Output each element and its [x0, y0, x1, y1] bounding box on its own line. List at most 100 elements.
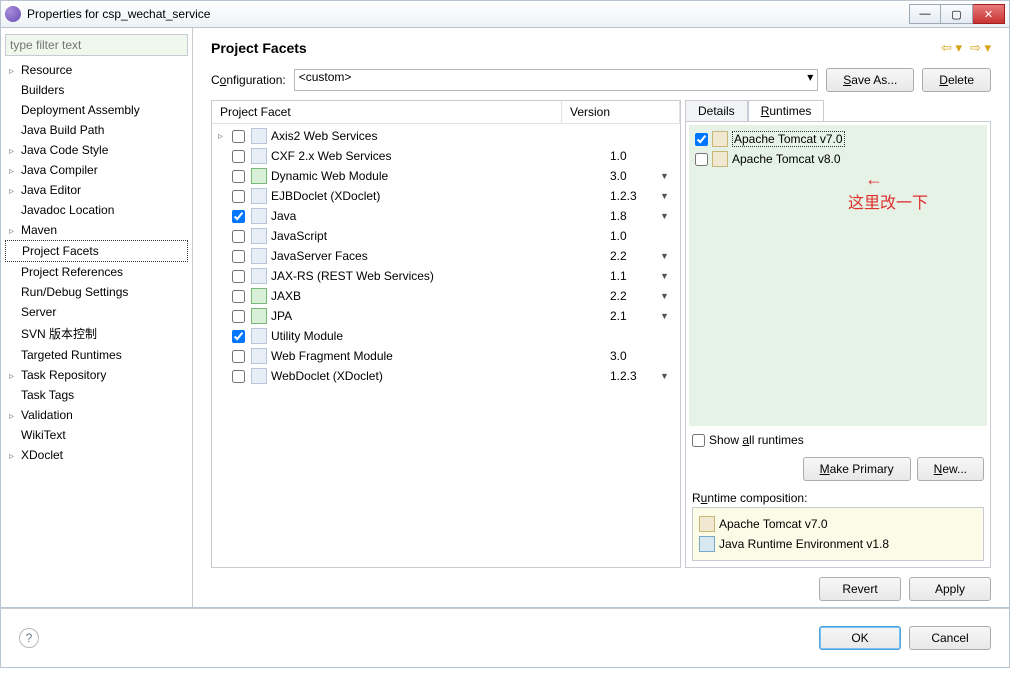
facet-row[interactable]: CXF 2.x Web Services1.0 — [212, 146, 680, 166]
sidebar: ResourceBuildersDeployment AssemblyJava … — [1, 28, 193, 607]
facet-row[interactable]: Utility Module — [212, 326, 680, 346]
sidebar-item-deployment-assembly[interactable]: Deployment Assembly — [5, 100, 188, 120]
nav-icons: ⇦ ▾ ⇨ ▾ — [941, 40, 991, 56]
facet-row[interactable]: Dynamic Web Module3.0▼ — [212, 166, 680, 186]
sidebar-item-java-editor[interactable]: Java Editor — [5, 180, 188, 200]
runtime-label: Apache Tomcat v8.0 — [732, 152, 841, 166]
sidebar-item-run-debug-settings[interactable]: Run/Debug Settings — [5, 282, 188, 302]
sidebar-item-targeted-runtimes[interactable]: Targeted Runtimes — [5, 345, 188, 365]
sidebar-item-java-code-style[interactable]: Java Code Style — [5, 140, 188, 160]
close-button[interactable]: ✕ — [973, 4, 1005, 24]
ok-button[interactable]: OK — [819, 626, 901, 650]
sidebar-item-wikitext[interactable]: WikiText — [5, 425, 188, 445]
facet-icon — [251, 368, 267, 384]
back-icon[interactable]: ⇦ ▾ — [941, 40, 962, 56]
composition-item: Java Runtime Environment v1.8 — [699, 534, 977, 554]
facet-row[interactable]: JAXB2.2▼ — [212, 286, 680, 306]
maximize-button[interactable]: ▢ — [941, 4, 973, 24]
sidebar-item-builders[interactable]: Builders — [5, 80, 188, 100]
facet-icon — [251, 328, 267, 344]
col-header-facet[interactable]: Project Facet — [212, 101, 562, 123]
show-all-checkbox[interactable] — [692, 434, 705, 447]
sidebar-item-validation[interactable]: Validation — [5, 405, 188, 425]
forward-icon[interactable]: ⇨ ▾ — [970, 40, 991, 56]
version-dropdown-icon[interactable]: ▼ — [660, 211, 674, 221]
new-runtime-button[interactable]: New... — [917, 457, 984, 481]
facet-checkbox[interactable] — [232, 310, 245, 323]
sidebar-item-svn-[interactable]: SVN 版本控制 — [5, 322, 188, 345]
version-dropdown-icon[interactable]: ▼ — [660, 191, 674, 201]
facet-checkbox[interactable] — [232, 350, 245, 363]
server-icon — [712, 131, 728, 147]
facet-row[interactable]: ▹Axis2 Web Services — [212, 126, 680, 146]
facet-row[interactable]: Java1.8▼ — [212, 206, 680, 226]
footer: ? OK Cancel — [0, 608, 1010, 668]
server-icon — [699, 516, 715, 532]
minimize-button[interactable]: — — [909, 4, 941, 24]
facet-checkbox[interactable] — [232, 330, 245, 343]
facet-checkbox[interactable] — [232, 370, 245, 383]
facet-checkbox[interactable] — [232, 290, 245, 303]
facet-name: JAXB — [271, 289, 610, 303]
filter-input[interactable] — [5, 34, 188, 56]
delete-button[interactable]: Delete — [922, 68, 991, 92]
facet-checkbox[interactable] — [232, 190, 245, 203]
version-dropdown-icon[interactable]: ▼ — [660, 291, 674, 301]
facet-checkbox[interactable] — [232, 170, 245, 183]
facet-checkbox[interactable] — [232, 150, 245, 163]
show-all-runtimes[interactable]: Show all runtimes — [686, 429, 990, 451]
facet-icon — [251, 268, 267, 284]
help-icon[interactable]: ? — [19, 628, 39, 648]
sidebar-item-task-tags[interactable]: Task Tags — [5, 385, 188, 405]
configuration-select[interactable]: <custom>▾ — [294, 69, 819, 91]
make-primary-button[interactable]: Make Primary — [803, 457, 911, 481]
sidebar-item-javadoc-location[interactable]: Javadoc Location — [5, 200, 188, 220]
version-dropdown-icon[interactable]: ▼ — [660, 271, 674, 281]
runtimes-list: Apache Tomcat v7.0 Apache Tomcat v8.0 — [689, 125, 987, 426]
facets-table: Project Facet Version ▹Axis2 Web Service… — [211, 100, 681, 568]
version-dropdown-icon[interactable]: ▼ — [660, 171, 674, 181]
runtime-composition-box: Apache Tomcat v7.0Java Runtime Environme… — [692, 507, 984, 561]
facet-row[interactable]: JAX-RS (REST Web Services)1.1▼ — [212, 266, 680, 286]
facet-row[interactable]: EJBDoclet (XDoclet)1.2.3▼ — [212, 186, 680, 206]
facet-checkbox[interactable] — [232, 210, 245, 223]
facet-row[interactable]: JPA2.1▼ — [212, 306, 680, 326]
version-dropdown-icon[interactable]: ▼ — [660, 251, 674, 261]
tab-runtimes[interactable]: Runtimes — [748, 100, 825, 121]
col-header-version[interactable]: Version — [562, 101, 680, 123]
facet-checkbox[interactable] — [232, 270, 245, 283]
sidebar-item-java-build-path[interactable]: Java Build Path — [5, 120, 188, 140]
page-title: Project Facets — [211, 40, 307, 56]
sidebar-item-server[interactable]: Server — [5, 302, 188, 322]
facet-row[interactable]: WebDoclet (XDoclet)1.2.3▼ — [212, 366, 680, 386]
facet-row[interactable]: JavaServer Faces2.2▼ — [212, 246, 680, 266]
facet-row[interactable]: JavaScript1.0 — [212, 226, 680, 246]
version-dropdown-icon[interactable]: ▼ — [660, 371, 674, 381]
sidebar-item-project-references[interactable]: Project References — [5, 262, 188, 282]
sidebar-item-task-repository[interactable]: Task Repository — [5, 365, 188, 385]
facet-name: JavaScript — [271, 229, 610, 243]
cancel-button[interactable]: Cancel — [909, 626, 991, 650]
sidebar-item-maven[interactable]: Maven — [5, 220, 188, 240]
facet-checkbox[interactable] — [232, 250, 245, 263]
tab-details[interactable]: Details — [685, 100, 748, 121]
revert-button[interactable]: Revert — [819, 577, 901, 601]
runtime-checkbox[interactable] — [695, 133, 708, 146]
save-as-button[interactable]: Save As... — [826, 68, 914, 92]
runtime-checkbox[interactable] — [695, 153, 708, 166]
apply-button[interactable]: Apply — [909, 577, 991, 601]
expand-icon[interactable]: ▹ — [218, 131, 232, 142]
runtime-item[interactable]: Apache Tomcat v8.0 — [693, 149, 983, 169]
facet-checkbox[interactable] — [232, 230, 245, 243]
sidebar-item-resource[interactable]: Resource — [5, 60, 188, 80]
sidebar-item-project-facets[interactable]: Project Facets — [5, 240, 188, 262]
facet-row[interactable]: Web Fragment Module3.0 — [212, 346, 680, 366]
version-dropdown-icon[interactable]: ▼ — [660, 311, 674, 321]
sidebar-item-java-compiler[interactable]: Java Compiler — [5, 160, 188, 180]
sidebar-item-xdoclet[interactable]: XDoclet — [5, 445, 188, 465]
facet-checkbox[interactable] — [232, 130, 245, 143]
runtime-item[interactable]: Apache Tomcat v7.0 — [693, 129, 983, 149]
facet-name: JavaServer Faces — [271, 249, 610, 263]
window-buttons: — ▢ ✕ — [909, 4, 1005, 24]
configuration-row: Configuration: <custom>▾ Save As... Dele… — [211, 68, 991, 92]
